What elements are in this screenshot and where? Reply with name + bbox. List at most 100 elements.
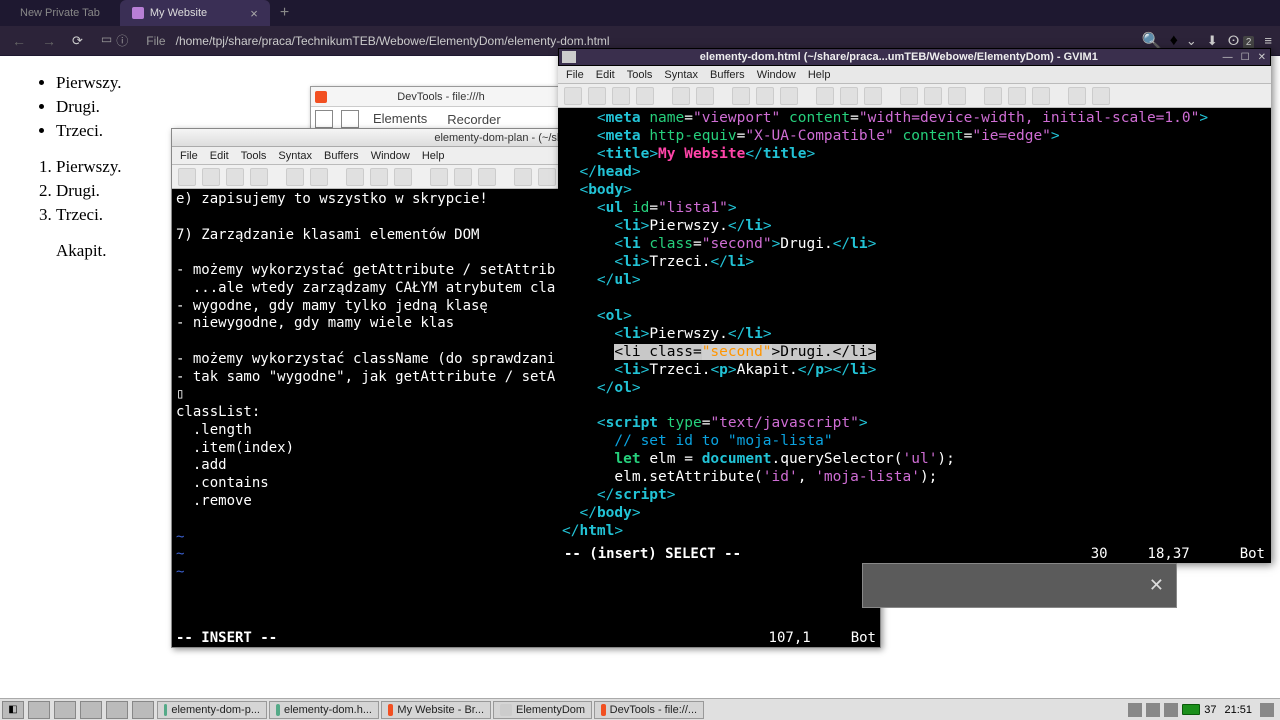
tool-saveall-icon[interactable] [226,168,244,186]
menu-help[interactable]: Help [422,150,445,162]
close-tab-icon[interactable]: × [250,6,258,21]
reload-button[interactable]: ⟳ [68,33,93,49]
menu-window[interactable]: Window [757,69,796,81]
tool-find-icon[interactable] [430,168,448,186]
sidebar-icon[interactable]: ▭ [101,32,112,49]
inspect-icon[interactable] [315,110,333,128]
workspace2-icon[interactable] [132,701,154,719]
expand-icon[interactable]: ⌄ [1186,33,1197,49]
tool-run-icon[interactable] [948,87,966,105]
tool-print-icon[interactable] [250,168,268,186]
battery-icon[interactable] [1182,704,1200,715]
tool-save2-icon[interactable] [924,87,942,105]
tool-make-icon[interactable] [514,168,532,186]
gvim-main-titlebar[interactable]: elementy-dom.html (~/share/praca...umTEB… [558,48,1271,66]
menu-syntax[interactable]: Syntax [664,69,698,81]
maximize-icon[interactable]: ☐ [1237,52,1254,63]
popup-box[interactable]: ✕ [862,563,1177,608]
menu-syntax[interactable]: Syntax [278,150,312,162]
tray-icon[interactable] [1128,703,1142,717]
tool-next-icon[interactable] [454,168,472,186]
tool-saveall-icon[interactable] [612,87,630,105]
tool-copy-icon[interactable] [370,168,388,186]
menu-window[interactable]: Window [371,150,410,162]
status-bot: Bot [851,630,876,646]
tool-cut-icon[interactable] [346,168,364,186]
tool-findprev-icon[interactable] [864,87,882,105]
gvim-main-window[interactable]: elementy-dom.html (~/share/praca...umTEB… [558,48,1271,563]
gvim-icon [176,132,188,144]
tray-menu-icon[interactable] [1260,703,1274,717]
menu-buffers[interactable]: Buffers [710,69,745,81]
menu-help[interactable]: Help [808,69,831,81]
tool-undo-icon[interactable] [286,168,304,186]
tool-print-icon[interactable] [636,87,654,105]
gvim-main-status: -- (insert) SELECT -- 30 18,37 Bot [558,545,1271,563]
gvim-main-toolbar [558,84,1271,108]
menu-icon[interactable]: ≡ [1264,33,1272,48]
tool-replace-icon[interactable] [816,87,834,105]
status-bot: Bot [1240,546,1265,562]
tool-copy-icon[interactable] [756,87,774,105]
taskbar-item[interactable]: elementy-dom.h... [269,701,379,719]
vpn-icon[interactable]: ⵙ 2 [1228,33,1255,49]
menu-edit[interactable]: Edit [596,69,615,81]
tool-open-icon[interactable] [564,87,582,105]
tool-paste-icon[interactable] [394,168,412,186]
minimize-icon[interactable]: — [1219,52,1237,63]
close-icon[interactable]: ✕ [1149,575,1164,596]
gvim-main-editor[interactable]: <meta name="viewport" content="width=dev… [558,108,1271,545]
tool-find-icon[interactable] [1092,87,1110,105]
menu-edit[interactable]: Edit [210,150,229,162]
tool-paste-icon[interactable] [780,87,798,105]
taskbar-item[interactable]: elementy-dom-p... [157,701,267,719]
tool-redo-icon[interactable] [310,168,328,186]
devtools-titlebar[interactable]: DevTools - file:///h [311,87,559,107]
tool-cut-icon[interactable] [732,87,750,105]
file-manager-icon[interactable] [54,701,76,719]
tool-help-icon[interactable] [1068,87,1086,105]
tool-findnext-icon[interactable] [840,87,858,105]
taskbar-item[interactable]: My Website - Br... [381,701,491,719]
tool-redo-icon[interactable] [696,87,714,105]
shield-icon [132,7,144,19]
tool-prev-icon[interactable] [478,168,496,186]
tool-shell-icon[interactable] [1008,87,1026,105]
clock[interactable]: 21:51 [1220,704,1256,716]
tool-open-icon[interactable] [178,168,196,186]
menu-tools[interactable]: Tools [241,150,267,162]
start-button[interactable]: ◧ [2,701,24,719]
tool-make-icon[interactable] [984,87,1002,105]
devtools-tab-recorder[interactable]: Recorder [437,109,510,130]
forward-button[interactable]: → [38,33,60,49]
tray-icon[interactable] [1146,703,1160,717]
new-tab-button[interactable]: + [270,4,299,22]
devtools-window[interactable]: DevTools - file:///h Elements Recorder [310,86,560,130]
menu-file[interactable]: File [566,69,584,81]
close-icon[interactable]: ✕ [1254,52,1270,63]
device-icon[interactable] [341,110,359,128]
tool-save-icon[interactable] [202,168,220,186]
download-icon[interactable]: ⬇ [1207,33,1218,49]
terminal-icon[interactable] [80,701,102,719]
menu-file[interactable]: File [180,150,198,162]
tool-save-icon[interactable] [588,87,606,105]
back-button[interactable]: ← [8,33,30,49]
tab-new-private[interactable]: New Private Tab [0,0,120,26]
taskbar-item[interactable]: DevTools - file://... [594,701,704,719]
tool-undo-icon[interactable] [672,87,690,105]
tool-shell-icon[interactable] [538,168,556,186]
taskbar-item[interactable]: ElementyDom [493,701,592,719]
menu-tools[interactable]: Tools [627,69,653,81]
url-scheme: File [146,34,165,48]
brave-shield-icon[interactable]: ♦ [1170,32,1178,50]
network-icon[interactable] [1164,703,1178,717]
menu-buffers[interactable]: Buffers [324,150,359,162]
system-tray: 37 21:51 [1122,703,1280,717]
tool-tag-icon[interactable] [1032,87,1050,105]
workspace-icon[interactable] [106,701,128,719]
tab-active[interactable]: My Website × [120,0,270,26]
show-desktop-icon[interactable] [28,701,50,719]
tool-load-icon[interactable] [900,87,918,105]
url-bar[interactable]: ▭ ⓘ File /home/tpj/share/praca/Technikum… [101,32,1134,49]
